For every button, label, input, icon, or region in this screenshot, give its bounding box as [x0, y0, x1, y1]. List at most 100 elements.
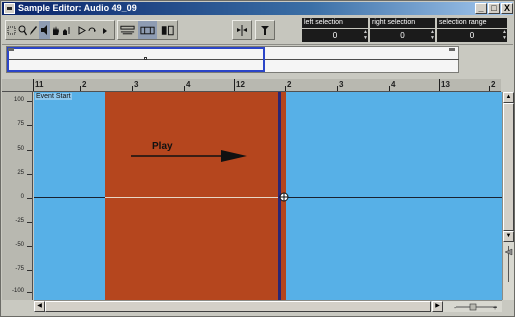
- maximize-button[interactable]: □: [488, 3, 500, 14]
- left-selection-display[interactable]: left selection 0 ▲ ▼: [302, 18, 368, 43]
- toolbar: left selection 0 ▲ ▼ right selection 0 ▲ ▼…: [2, 15, 513, 45]
- horizontal-zoom-slider[interactable]: - +: [454, 303, 499, 311]
- selection-range-region[interactable]: [105, 92, 286, 300]
- scale-label: -50: [15, 242, 24, 248]
- ruler-corner: [2, 79, 33, 92]
- svg-text:-: -: [454, 305, 457, 311]
- amplitude-scale: 100 75 50 25 0 -25 -50 -75 -100: [2, 92, 33, 300]
- overview-start-marker: [8, 48, 14, 51]
- ruler-tick: [285, 86, 286, 91]
- app-icon[interactable]: [4, 3, 15, 14]
- scale-tick: [27, 292, 32, 293]
- scale-tick: [27, 198, 32, 199]
- scroll-up-button[interactable]: ▲: [503, 92, 514, 103]
- ruler-mark: 3: [134, 80, 139, 89]
- scale-label: 50: [17, 146, 24, 152]
- ruler-mark: 4: [186, 80, 191, 89]
- ruler-mark: 2: [287, 80, 292, 89]
- ruler-tick: [132, 86, 133, 91]
- snap-grid-icon[interactable]: [137, 21, 158, 39]
- ruler-mark: 11: [35, 80, 44, 89]
- horizontal-scrollbar[interactable]: ◀ ▶ - +: [34, 300, 502, 312]
- ruler-tick: [80, 86, 81, 91]
- overview-end-marker: [449, 48, 455, 51]
- loop-icon[interactable]: [87, 21, 98, 39]
- snap-zero-crossing-icon[interactable]: [118, 21, 138, 39]
- right-selection-spinner[interactable]: ▲ ▼: [430, 29, 435, 42]
- hitpoint-icon[interactable]: [233, 21, 251, 39]
- scale-tick: [27, 246, 32, 247]
- ruler-tick: [439, 79, 440, 91]
- svg-text:+: +: [493, 305, 497, 311]
- right-selection-value[interactable]: 0: [370, 29, 435, 42]
- scroll-down-button[interactable]: ▼: [503, 231, 514, 242]
- horizontal-scroll-thumb[interactable]: [45, 301, 431, 312]
- zoom-icon[interactable]: [17, 21, 28, 39]
- overview-view-rectangle[interactable]: [7, 47, 265, 72]
- tool-palette: [5, 20, 115, 40]
- bottom-left-corner: [2, 300, 34, 312]
- scale-label: -100: [11, 288, 24, 294]
- ruler-tick: [184, 86, 185, 91]
- scale-label: -25: [15, 218, 24, 224]
- autoscroll-icon[interactable]: [157, 21, 177, 39]
- left-selection-spinner[interactable]: ▲ ▼: [363, 29, 368, 42]
- scroll-right-button[interactable]: ▶: [432, 301, 443, 312]
- play-tool-icon[interactable]: [39, 21, 50, 39]
- scale-label: 0: [20, 194, 24, 200]
- ruler-tick: [33, 79, 34, 91]
- selection-range-display[interactable]: selection range 0 ▲ ▼: [437, 18, 507, 43]
- volume-marker-icon[interactable]: [98, 21, 109, 39]
- marker-group: [255, 20, 275, 40]
- scrub-icon[interactable]: [50, 21, 61, 39]
- scale-tick: [27, 222, 32, 223]
- scale-tick: [27, 270, 32, 271]
- marker-icon[interactable]: [256, 21, 274, 39]
- ruler-mark: 4: [391, 80, 396, 89]
- range-select-icon[interactable]: [6, 21, 17, 39]
- resize-grip[interactable]: [502, 300, 514, 312]
- event-start-marker[interactable]: Event Start: [35, 93, 72, 100]
- play-button-icon[interactable]: [76, 21, 87, 39]
- ruler-mark: 12: [236, 80, 245, 89]
- right-selection-display[interactable]: right selection 0 ▲ ▼: [370, 18, 435, 43]
- audition-icon[interactable]: [61, 21, 72, 39]
- sample-editor-window: Sample Editor: Audio 49_09 _ □ X left se…: [0, 0, 515, 317]
- left-selection-label: left selection: [302, 18, 368, 28]
- ruler-mark: 3: [339, 80, 344, 89]
- ruler-tick: [337, 86, 338, 91]
- ruler-tick: [489, 86, 490, 91]
- ruler-tick: [389, 86, 390, 91]
- ruler-tick: [234, 79, 235, 91]
- ruler-mark: 13: [441, 80, 450, 89]
- scale-label: 25: [17, 170, 24, 176]
- vertical-zoom-slider[interactable]: [503, 244, 514, 284]
- selection-range-spinner[interactable]: ▲ ▼: [502, 29, 507, 42]
- right-selection-label: right selection: [370, 18, 435, 28]
- scale-tick: [27, 174, 32, 175]
- vertical-scroll-thumb[interactable]: [503, 103, 514, 231]
- overview-strip[interactable]: [6, 46, 459, 73]
- title-bar[interactable]: Sample Editor: Audio 49_09 _ □ X: [2, 2, 513, 15]
- ruler-mark: 2: [82, 80, 87, 89]
- scale-tick: [27, 150, 32, 151]
- minimize-button[interactable]: _: [475, 3, 487, 14]
- scale-label: 75: [17, 121, 24, 127]
- pencil-icon[interactable]: [28, 21, 39, 39]
- scale-label: 100: [13, 97, 24, 103]
- play-direction-arrow-icon: [131, 150, 247, 162]
- overview-cursor-handle[interactable]: [144, 57, 147, 60]
- left-selection-value[interactable]: 0: [302, 29, 368, 42]
- scroll-left-button[interactable]: ◀: [34, 301, 45, 312]
- snap-group: [117, 20, 178, 40]
- scale-label: -75: [15, 266, 24, 272]
- vertical-scrollbar[interactable]: ▲ ▼: [502, 92, 514, 300]
- mouse-cursor-icon: [279, 192, 289, 202]
- scale-tick: [27, 101, 32, 102]
- waveform-display[interactable]: Event Start Play: [34, 92, 502, 300]
- time-ruler[interactable]: 11 2 3 4 12 2 3 4 13 2: [33, 79, 501, 92]
- close-button[interactable]: X: [501, 3, 513, 14]
- ruler-mark: 2: [491, 80, 496, 89]
- scale-tick: [27, 125, 32, 126]
- selection-range-value[interactable]: 0: [437, 29, 507, 42]
